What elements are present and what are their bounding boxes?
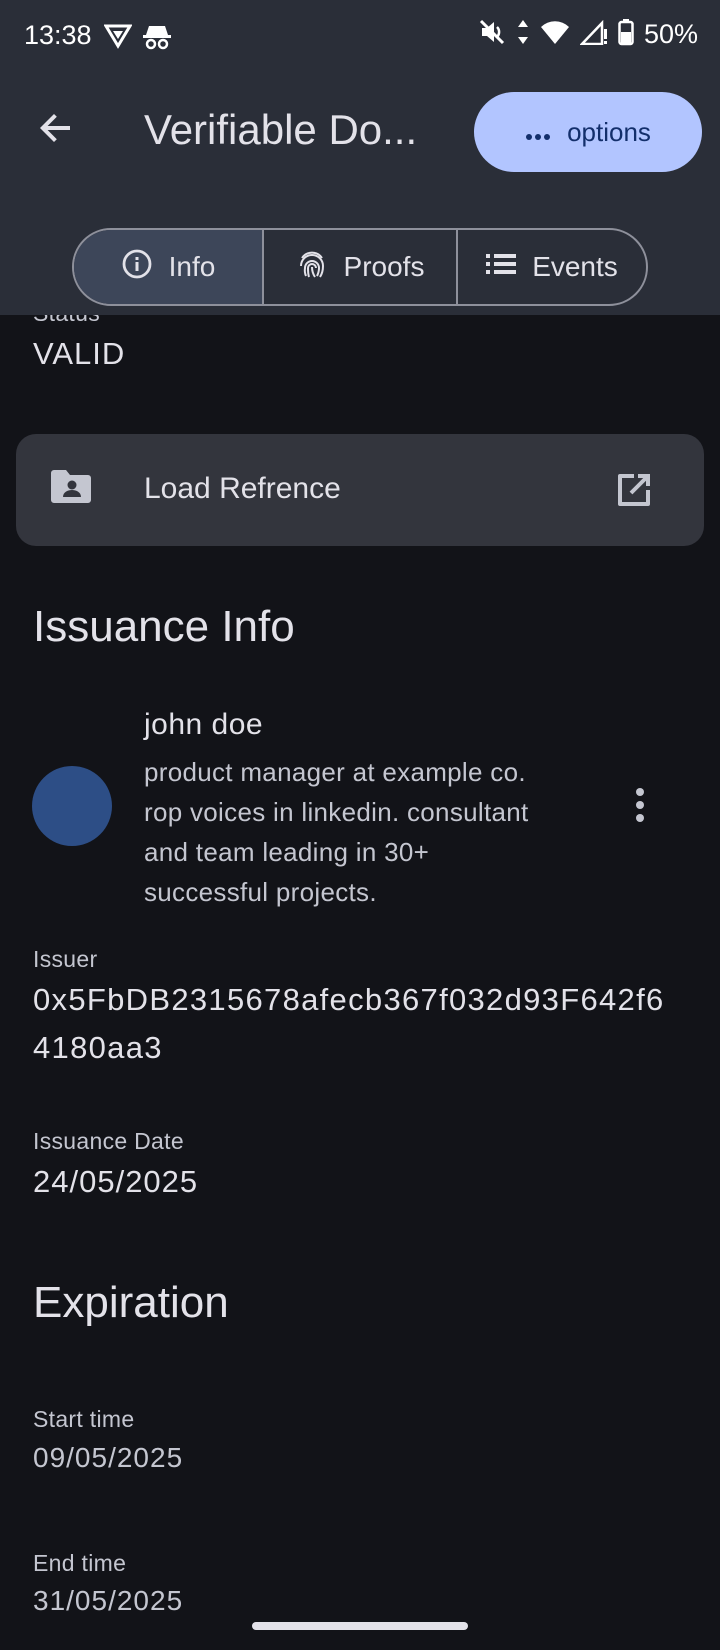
folder-shared-icon (50, 468, 92, 509)
issuer-description: product manager at example co. rop voice… (144, 757, 529, 907)
vpn-shield-icon (103, 22, 133, 55)
incognito-icon (142, 22, 172, 55)
more-horiz-icon (525, 117, 551, 148)
load-reference-label: Load Refrence (144, 472, 341, 505)
avatar (32, 766, 112, 846)
end-time-value: 31/05/2025 (33, 1585, 184, 1616)
issuer-profile-row: john doe product manager at example co. … (0, 700, 720, 920)
start-time-label: Start time (33, 1406, 135, 1432)
status-time: 13:38 (24, 20, 92, 50)
issuer-name: john doe (144, 708, 264, 741)
status-bar: 13:38 50% (0, 0, 720, 72)
tab-events[interactable]: Events (458, 230, 646, 304)
tab-events-label: Events (532, 251, 618, 282)
app-bar: Verifiable Do... options (0, 72, 720, 192)
status-value: VALID (33, 336, 126, 371)
more-vert-icon[interactable] (636, 788, 644, 822)
data-arrows-icon (516, 18, 530, 51)
tab-proofs[interactable]: Proofs (264, 230, 458, 304)
home-indicator[interactable] (252, 1622, 468, 1630)
issuance-date-value: 24/05/2025 (33, 1164, 199, 1199)
wifi-icon (540, 19, 570, 50)
tab-segmented-control: Info Proofs Events (72, 228, 648, 306)
load-reference-card[interactable]: Load Refrence (16, 434, 704, 546)
top-app-bar: 13:38 50% Verifiable Do... options Info … (0, 0, 720, 315)
open-in-new-icon[interactable] (614, 470, 654, 515)
signal-icon (579, 19, 608, 50)
battery-percent: 50% (643, 19, 698, 49)
options-button[interactable]: options (474, 92, 702, 172)
back-button[interactable] (30, 102, 82, 154)
arrow-back-icon (40, 114, 70, 142)
issuer-address: 0x5FbDB2315678afecb367f032d93F642f64180a… (33, 982, 665, 1065)
tab-info[interactable]: Info (74, 230, 264, 304)
battery-icon (618, 18, 634, 51)
issuance-info-heading: Issuance Info (33, 602, 295, 651)
issuer-label: Issuer (33, 946, 98, 972)
expiration-heading: Expiration (33, 1278, 229, 1327)
fingerprint-icon (296, 248, 328, 287)
tab-info-label: Info (168, 251, 216, 282)
end-time-label: End time (33, 1550, 127, 1576)
info-icon (121, 248, 153, 287)
list-icon (486, 251, 517, 283)
mute-icon (478, 18, 506, 51)
options-label: options (567, 116, 651, 147)
issuance-date-label: Issuance Date (33, 1128, 184, 1154)
tab-proofs-label: Proofs (343, 251, 425, 282)
page-title: Verifiable Do... (144, 106, 418, 153)
start-time-value: 09/05/2025 (33, 1442, 184, 1473)
